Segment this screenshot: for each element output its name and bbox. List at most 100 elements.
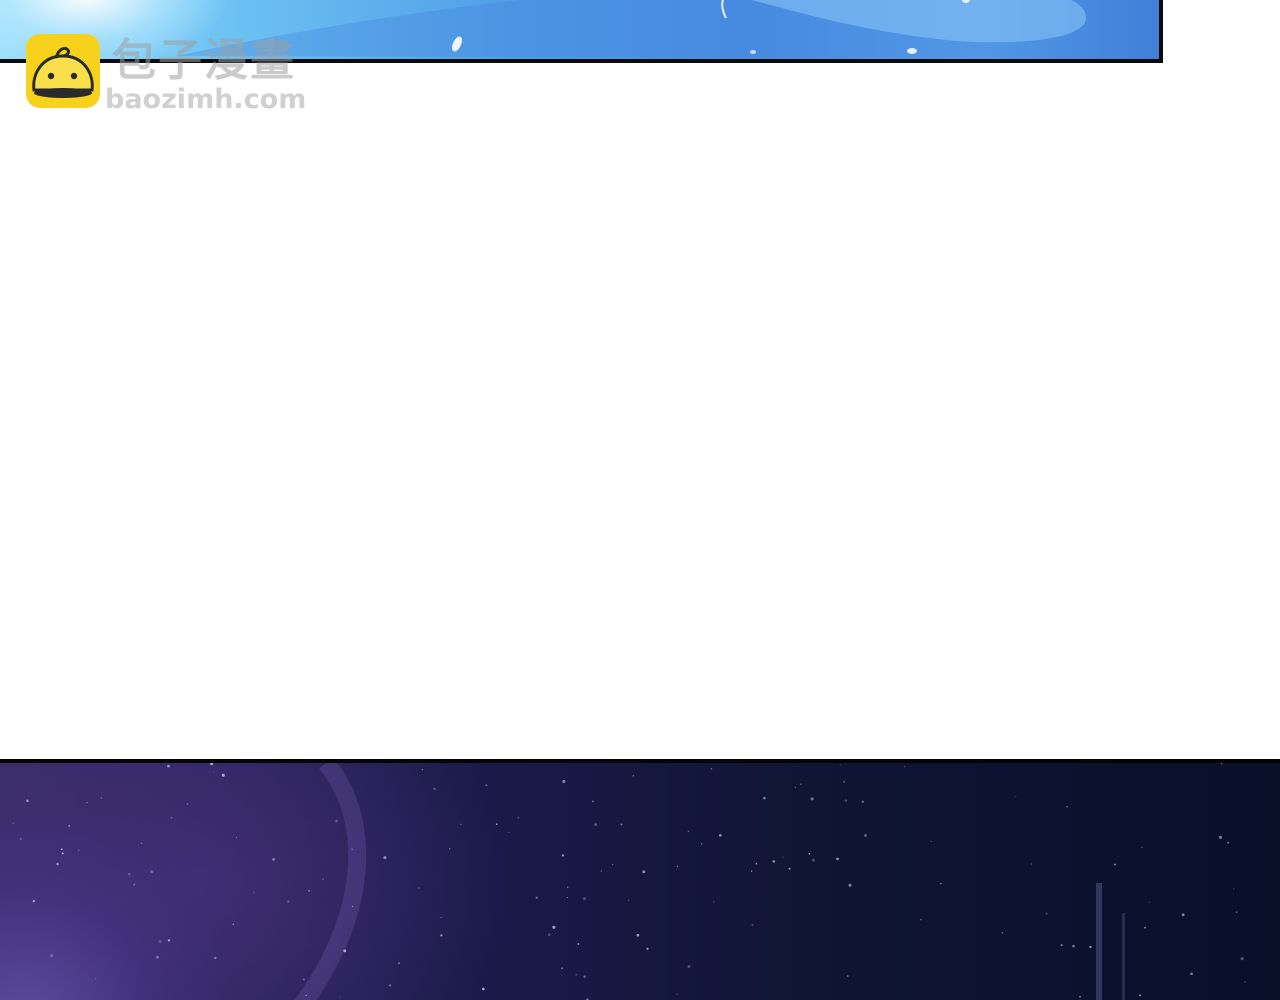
star <box>1235 911 1238 914</box>
star <box>433 787 436 790</box>
star <box>214 956 217 960</box>
watermark-title: 包子漫畫 <box>112 35 296 86</box>
star <box>210 763 214 766</box>
star <box>421 769 424 771</box>
star <box>213 771 215 773</box>
star <box>848 883 852 887</box>
star <box>930 840 932 842</box>
star <box>77 849 80 851</box>
star <box>235 836 237 839</box>
star <box>676 865 678 867</box>
star <box>701 843 703 845</box>
star <box>940 882 942 885</box>
star <box>60 848 63 851</box>
star <box>847 975 849 977</box>
star <box>1148 901 1150 903</box>
star <box>167 764 170 768</box>
star <box>1030 863 1032 865</box>
star <box>186 803 189 805</box>
star <box>1244 981 1246 983</box>
star <box>155 955 159 959</box>
star <box>642 870 646 874</box>
star <box>1141 846 1143 849</box>
star <box>388 984 392 987</box>
star <box>636 933 640 937</box>
star <box>1181 913 1185 917</box>
star <box>811 858 815 862</box>
star <box>158 940 162 943</box>
star <box>808 852 811 855</box>
star <box>68 824 71 827</box>
star <box>133 883 136 886</box>
star <box>481 987 485 991</box>
star <box>100 797 103 799</box>
star <box>440 934 443 937</box>
star <box>687 830 690 833</box>
bun-mascot-icon <box>26 34 100 108</box>
star <box>1072 944 1075 948</box>
star <box>612 864 614 866</box>
star <box>221 773 225 777</box>
star <box>646 947 649 950</box>
bottom-comic-panel <box>0 759 1280 1000</box>
star <box>12 822 14 824</box>
star <box>810 797 814 801</box>
starfield-artwork <box>12 763 1246 1000</box>
star <box>843 780 846 783</box>
star <box>1079 995 1081 998</box>
star <box>583 975 586 978</box>
star <box>127 872 131 876</box>
star <box>718 834 722 837</box>
star <box>844 799 848 803</box>
star <box>485 784 488 787</box>
star <box>676 993 678 995</box>
star <box>1190 972 1193 976</box>
star <box>600 870 603 872</box>
star <box>1060 944 1063 947</box>
star <box>495 823 498 826</box>
star <box>763 796 766 800</box>
star <box>772 860 776 863</box>
star <box>302 978 305 981</box>
star <box>287 900 290 903</box>
star <box>800 783 802 786</box>
star <box>343 949 347 953</box>
star <box>440 916 442 919</box>
star <box>751 923 754 926</box>
star <box>170 816 173 819</box>
star <box>19 837 22 841</box>
watermark-logo: 包子漫畫 baozimh.com <box>26 34 316 115</box>
star <box>517 816 520 819</box>
star <box>397 962 401 965</box>
star <box>861 800 864 803</box>
star <box>552 925 556 929</box>
star <box>253 891 256 894</box>
star <box>1227 841 1230 844</box>
star <box>839 764 841 766</box>
star <box>567 886 569 888</box>
star <box>26 799 29 803</box>
star <box>305 994 307 997</box>
watermark-url: baozimh.com <box>105 84 307 115</box>
star <box>94 978 97 980</box>
star <box>339 996 341 998</box>
star <box>755 862 758 865</box>
star <box>836 857 839 861</box>
star <box>1233 888 1235 890</box>
star <box>1220 763 1223 765</box>
star <box>594 823 598 826</box>
star <box>713 901 715 903</box>
star <box>335 819 338 823</box>
star <box>583 897 586 901</box>
star <box>449 848 451 850</box>
star <box>508 832 510 833</box>
star <box>1240 957 1244 961</box>
star <box>575 973 578 976</box>
star <box>167 939 171 942</box>
star <box>86 802 88 804</box>
star <box>920 918 922 921</box>
star <box>1001 932 1004 934</box>
star <box>535 896 539 900</box>
star <box>782 856 784 858</box>
star <box>788 867 791 870</box>
